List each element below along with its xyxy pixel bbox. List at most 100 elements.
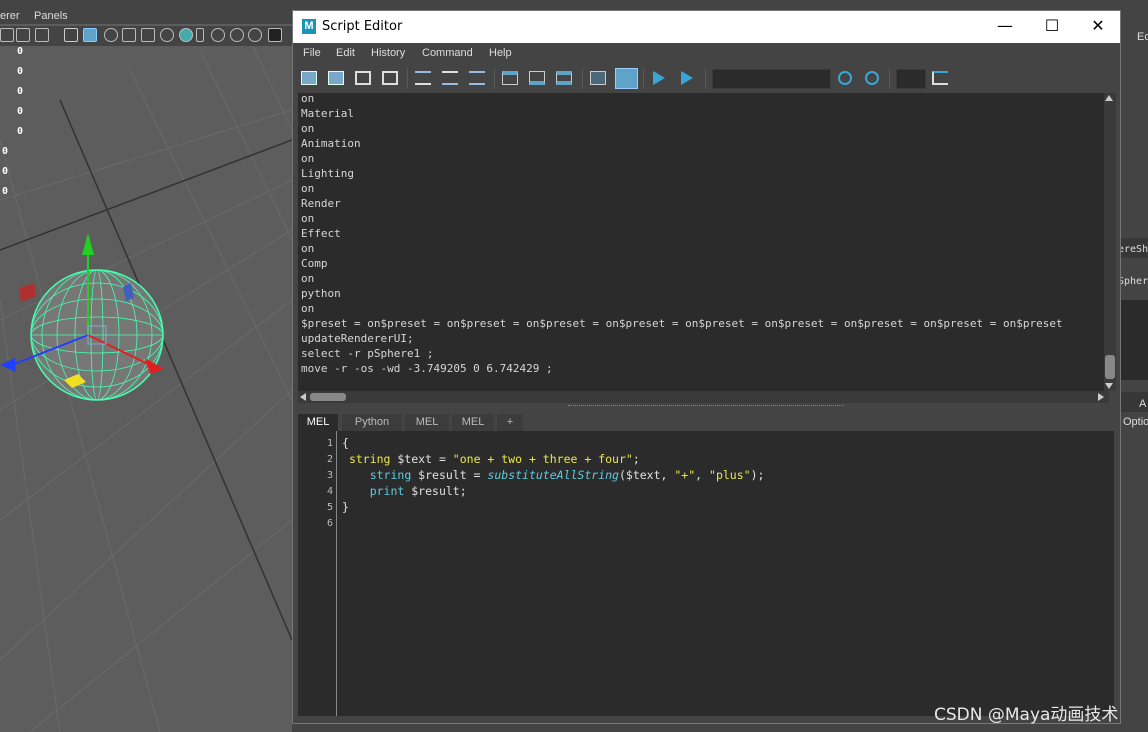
menu-edit[interactable]: Edit <box>336 47 355 59</box>
shadows-icon[interactable] <box>179 28 193 42</box>
depth-of-field-icon[interactable] <box>248 28 262 42</box>
viewport-grid <box>0 39 292 732</box>
output-line: Animation <box>301 137 361 150</box>
pane-splitter[interactable] <box>568 405 844 408</box>
menu-renderer[interactable]: erer <box>0 10 20 22</box>
viewport-icon-bar <box>0 26 292 46</box>
shaded-cube-icon[interactable] <box>83 28 97 42</box>
hud-value: 0 <box>2 186 9 197</box>
tab-bar: MEL Python MEL MEL + <box>298 414 1114 431</box>
grid-icon[interactable] <box>0 28 14 42</box>
history-output[interactable]: on Material on Animation on Lighting on Render o… <box>298 93 1109 391</box>
hud-value: 0 <box>2 166 9 177</box>
line-number: 4 <box>326 486 333 497</box>
echo-commands-icon[interactable] <box>590 71 606 85</box>
code-text[interactable]: { string $text = "one + two + three + fo… <box>342 435 764 515</box>
lights-icon[interactable] <box>160 28 174 42</box>
source-script-icon[interactable] <box>328 71 344 85</box>
save-to-shelf-icon[interactable] <box>382 71 398 85</box>
ao-icon[interactable] <box>196 28 204 42</box>
viewport-menubar: erer Panels <box>0 0 292 24</box>
execute-selected-icon[interactable] <box>653 71 665 85</box>
wireframe-cube-icon[interactable] <box>64 28 78 42</box>
scroll-left-icon[interactable] <box>300 393 306 401</box>
text-icon[interactable] <box>35 28 49 42</box>
output-line: Effect <box>301 227 341 240</box>
menu-file[interactable]: File <box>303 47 321 59</box>
search-input[interactable] <box>712 69 831 89</box>
output-horizontal-scrollbar[interactable] <box>298 391 1109 403</box>
code-text-segment: $result; <box>404 484 467 498</box>
default-material-icon[interactable] <box>122 28 136 42</box>
a-label[interactable]: A <box>1139 398 1146 410</box>
hud-value: 0 <box>17 106 24 117</box>
options-label[interactable]: Optio <box>1123 416 1148 428</box>
tab-python[interactable]: Python <box>342 414 402 431</box>
tab-mel-2[interactable]: MEL <box>405 414 449 431</box>
edit-label[interactable]: Ec <box>1137 31 1148 43</box>
keyword: string <box>369 468 412 482</box>
string-literal: "one + two + three + four" <box>452 452 633 466</box>
line-number: 6 <box>326 518 333 529</box>
sphere-wireframe <box>30 269 164 401</box>
line-number: 3 <box>326 470 333 481</box>
film-gate-icon[interactable] <box>16 28 30 42</box>
code-line: } <box>342 500 349 514</box>
code-line: { <box>342 436 349 450</box>
clear-all-icon[interactable] <box>469 71 485 85</box>
string-literal: "+" <box>674 468 696 482</box>
horizontal-scroll-thumb[interactable] <box>310 393 346 401</box>
menu-history[interactable]: History <box>371 47 405 59</box>
code-text-segment: ($text, <box>618 468 675 482</box>
textured-icon[interactable] <box>141 28 155 42</box>
output-vertical-scrollbar[interactable] <box>1104 93 1116 391</box>
show-history-icon[interactable] <box>502 71 518 85</box>
scroll-right-icon[interactable] <box>1098 393 1104 401</box>
save-script-icon[interactable] <box>355 71 371 85</box>
menu-panels[interactable]: Panels <box>34 10 68 22</box>
keyword: string <box>348 452 391 466</box>
tab-mel[interactable]: MEL <box>298 414 338 431</box>
hud-value: 0 <box>17 126 24 137</box>
clear-history-icon[interactable] <box>415 71 431 85</box>
clear-input-icon[interactable] <box>442 71 458 85</box>
output-line: move -r -os -wd -3.749205 0 6.742429 ; <box>301 362 553 375</box>
scroll-down-icon[interactable] <box>1105 383 1113 389</box>
menu-command[interactable]: Command <box>422 47 473 59</box>
search-prev-icon[interactable] <box>865 71 879 85</box>
line-number-input[interactable] <box>896 69 926 89</box>
open-script-icon[interactable] <box>301 71 317 85</box>
execute-all-icon[interactable] <box>681 71 693 85</box>
maximize-button[interactable]: ☐ <box>1029 11 1075 43</box>
3d-viewport[interactable]: erer Panels 0 0 0 0 0 0 0 0 <box>0 0 292 732</box>
menu-help[interactable]: Help <box>489 47 512 59</box>
tab-add[interactable]: + <box>497 414 523 431</box>
vertical-scroll-thumb[interactable] <box>1105 355 1115 379</box>
script-editor-window: M Script Editor — ☐ ✕ File Edit History … <box>292 10 1121 724</box>
antialiasing-icon[interactable] <box>230 28 244 42</box>
code-text-segment: $text = <box>390 452 453 466</box>
hud-value: 0 <box>17 66 24 77</box>
isolate-icon[interactable] <box>268 28 282 42</box>
output-line: updateRendererUI; <box>301 332 414 345</box>
show-input-icon[interactable] <box>529 71 545 85</box>
wireframe-shaded-icon[interactable] <box>104 28 118 42</box>
toolbar <box>293 65 1120 93</box>
output-line: Render <box>301 197 341 210</box>
show-line-numbers-icon[interactable] <box>615 68 638 89</box>
close-button[interactable]: ✕ <box>1075 11 1121 43</box>
output-line: on <box>301 122 315 135</box>
output-line: Material <box>301 107 354 120</box>
tab-mel-3[interactable]: MEL <box>452 414 494 431</box>
show-both-icon[interactable] <box>556 71 572 85</box>
code-text-segment: , <box>695 468 710 482</box>
motion-blur-icon[interactable] <box>211 28 225 42</box>
title-bar[interactable]: M Script Editor — ☐ ✕ <box>293 11 1120 43</box>
scroll-up-icon[interactable] <box>1105 95 1113 101</box>
code-editor[interactable]: 1 2 3 4 5 6 { string $text = "one + two + thr… <box>298 431 1114 716</box>
search-next-icon[interactable] <box>838 71 852 85</box>
output-line: on <box>301 302 315 315</box>
minimize-button[interactable]: — <box>982 11 1028 43</box>
goto-line-icon[interactable] <box>932 71 948 85</box>
